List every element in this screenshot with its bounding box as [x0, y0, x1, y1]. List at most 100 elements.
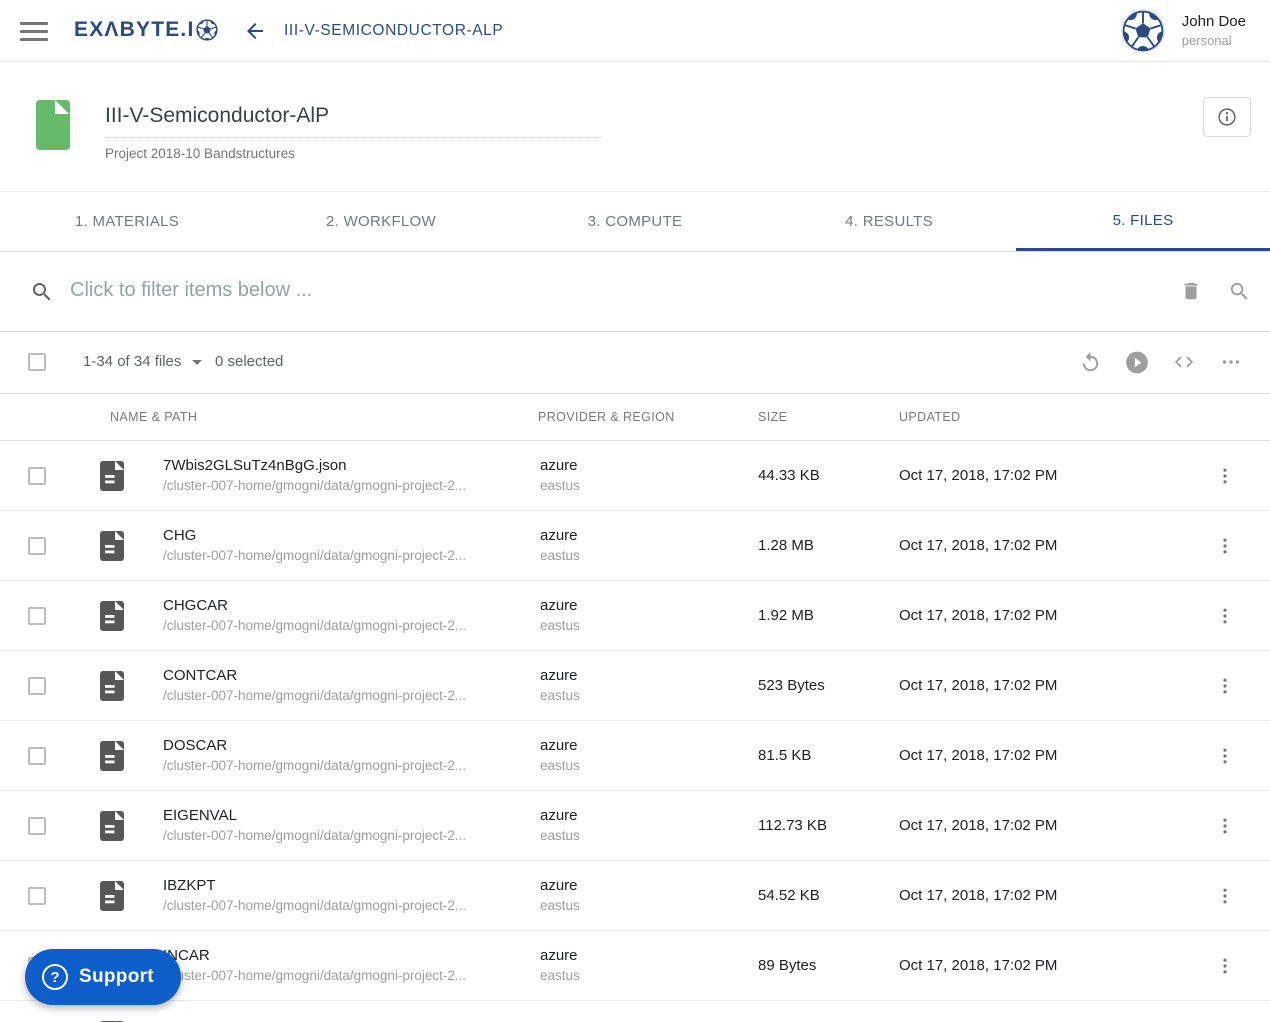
provider: azure: [540, 597, 578, 614]
file-name[interactable]: CHGCAR: [163, 595, 540, 616]
file-icon: [100, 460, 124, 491]
file-path: /cluster-007-home/gmogni/data/gmogni-pro…: [163, 898, 467, 913]
refresh-button[interactable]: [1077, 349, 1103, 375]
search-button[interactable]: [1226, 278, 1252, 304]
column-size[interactable]: SIZE: [758, 410, 787, 424]
region: eastus: [540, 688, 580, 703]
file-size: 1.28 MB: [758, 537, 814, 554]
file-size: 1.92 MB: [758, 607, 814, 624]
file-name[interactable]: CONTCAR: [163, 665, 540, 686]
file-path: /cluster-007-home/gmogni/data/gmogni-pro…: [163, 618, 467, 633]
delete-button[interactable]: [1178, 278, 1204, 304]
pagination-dropdown[interactable]: 1-34 of 34 files: [83, 353, 203, 370]
row-menu-icon[interactable]: [1215, 816, 1235, 836]
user-info: John Doe personal: [1182, 12, 1246, 50]
row-menu-icon[interactable]: [1215, 466, 1235, 486]
more-horizontal-icon: [1222, 360, 1240, 364]
row-menu-icon[interactable]: [1215, 956, 1235, 976]
file-size: [758, 1001, 899, 1022]
file-icon: [100, 810, 124, 841]
file-icon: [100, 600, 124, 631]
row-checkbox[interactable]: [28, 816, 46, 835]
menu-icon[interactable]: [20, 22, 48, 41]
row-menu-icon[interactable]: [1215, 746, 1235, 766]
column-updated[interactable]: UPDATED: [899, 410, 961, 424]
table-row: CHGCAR /cluster-007-home/gmogni/data/gmo…: [0, 581, 1270, 651]
support-button[interactable]: ? Support: [25, 949, 181, 1005]
search-icon: [33, 283, 51, 301]
avatar[interactable]: [1120, 9, 1165, 53]
tab-workflow[interactable]: 2. WORKFLOW: [254, 192, 508, 251]
table-row: IBZKPT /cluster-007-home/gmogni/data/gmo…: [0, 861, 1270, 931]
row-checkbox[interactable]: [28, 886, 46, 905]
select-all-checkbox[interactable]: [28, 353, 46, 371]
file-name[interactable]: INCAR: [163, 945, 540, 966]
project-title: III-V-Semiconductor-AlP: [105, 104, 330, 127]
provider: azure: [540, 527, 578, 544]
file-updated: Oct 17, 2018, 17:02 PM: [899, 467, 1058, 484]
back-arrow-icon[interactable]: [243, 19, 267, 43]
filter-input[interactable]: Click to filter items below ...: [70, 279, 312, 302]
provider: azure: [540, 877, 578, 894]
row-menu-icon[interactable]: [1215, 536, 1235, 556]
magnifier-icon: [1230, 282, 1248, 300]
row-checkbox[interactable]: [28, 606, 46, 625]
file-name[interactable]: DOSCAR: [163, 735, 540, 756]
project-header: III-V-Semiconductor-AlP Project 2018-10 …: [0, 62, 1270, 192]
provider: azure: [540, 947, 578, 964]
selected-count: 0 selected: [215, 353, 284, 370]
run-button[interactable]: [1124, 349, 1150, 375]
file-table: 7Wbis2GLSuTz4nBgG.json /cluster-007-home…: [0, 441, 1270, 1022]
region: eastus: [540, 758, 580, 773]
row-checkbox[interactable]: [28, 536, 46, 555]
row-menu-icon[interactable]: [1215, 606, 1235, 626]
filter-actions: [1178, 278, 1252, 304]
row-menu-icon[interactable]: [1215, 886, 1235, 906]
list-toolbar: 1-34 of 34 files 0 selected: [0, 332, 1270, 394]
file-size: 523 Bytes: [758, 677, 825, 694]
user-name: John Doe: [1181, 13, 1246, 30]
project-file-icon: [36, 100, 70, 150]
table-row: KPOINTS: [0, 1001, 1270, 1022]
table-row: INCAR /cluster-007-home/gmogni/data/gmog…: [0, 931, 1270, 1001]
tab-compute[interactable]: 3. COMPUTE: [508, 192, 762, 251]
file-name[interactable]: IBZKPT: [163, 875, 540, 896]
file-name[interactable]: EIGENVAL: [163, 805, 540, 826]
toolbar-actions: [1077, 349, 1244, 375]
tab-results[interactable]: 4. RESULTS: [762, 192, 1016, 251]
file-icon: [100, 740, 124, 771]
file-path: /cluster-007-home/gmogni/data/gmogni-pro…: [163, 548, 467, 563]
row-menu-icon[interactable]: [1215, 676, 1235, 696]
row-checkbox[interactable]: [28, 466, 46, 485]
info-button[interactable]: [1203, 97, 1251, 137]
user-menu[interactable]: John Doe personal: [1120, 9, 1246, 53]
file-icon: [100, 530, 124, 561]
table-row: DOSCAR /cluster-007-home/gmogni/data/gmo…: [0, 721, 1270, 791]
provider: azure: [540, 457, 578, 474]
row-checkbox[interactable]: [28, 676, 46, 695]
region: eastus: [540, 478, 580, 493]
logo-text: EXΛBYTE.I: [74, 18, 195, 41]
table-row: 7Wbis2GLSuTz4nBgG.json /cluster-007-home…: [0, 441, 1270, 511]
tab-materials[interactable]: 1. MATERIALS: [0, 192, 254, 251]
file-updated: Oct 17, 2018, 17:02 PM: [899, 817, 1058, 834]
app-window: EXΛBYTE.I III-V-SEMICONDUCTOR-ALP John D…: [0, 0, 1270, 1022]
table-row: EIGENVAL /cluster-007-home/gmogni/data/g…: [0, 791, 1270, 861]
code-button[interactable]: [1171, 349, 1197, 375]
file-icon: [100, 880, 124, 911]
column-provider-region[interactable]: PROVIDER & REGION: [538, 410, 675, 424]
trash-icon: [1184, 282, 1198, 300]
row-checkbox[interactable]: [28, 746, 46, 765]
project-title-field[interactable]: III-V-Semiconductor-AlP: [105, 104, 602, 138]
more-button[interactable]: [1218, 349, 1244, 375]
breadcrumb: III-V-SEMICONDUCTOR-ALP: [284, 22, 504, 39]
file-updated: Oct 17, 2018, 17:02 PM: [899, 677, 1058, 694]
file-name[interactable]: 7Wbis2GLSuTz4nBgG.json: [163, 455, 540, 476]
tab-files[interactable]: 5. FILES: [1016, 192, 1270, 251]
file-size: 112.73 KB: [758, 817, 827, 834]
column-name-path[interactable]: NAME & PATH: [110, 410, 197, 424]
file-name[interactable]: CHG: [163, 525, 540, 546]
file-updated: Oct 17, 2018, 17:02 PM: [899, 957, 1058, 974]
avatar-ball-icon: [1122, 10, 1164, 52]
exabyte-logo[interactable]: EXΛBYTE.I: [74, 18, 218, 42]
